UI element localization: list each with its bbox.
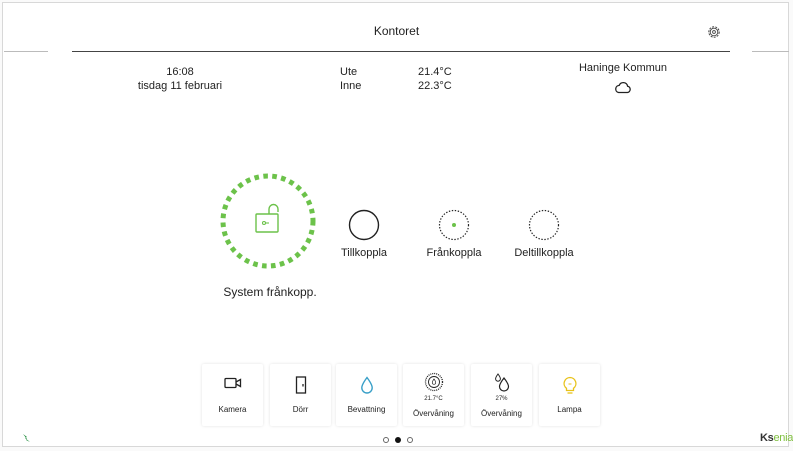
tile-irrigation-label: Bevattning bbox=[347, 405, 386, 414]
tile-irrigation[interactable]: Bevattning bbox=[336, 364, 397, 426]
cloud-icon bbox=[615, 82, 631, 94]
brand-logo: Ksenia bbox=[760, 432, 793, 444]
tile-lamp-label: Lampa bbox=[557, 405, 582, 414]
connection-status-icon bbox=[23, 434, 30, 442]
tile-camera[interactable]: Kamera bbox=[202, 364, 263, 426]
brand-logo-accent: enia bbox=[773, 432, 793, 444]
gear-icon[interactable] bbox=[707, 25, 721, 39]
tile-door-label: Dörr bbox=[292, 405, 309, 414]
system-status-label: System frånkopp. bbox=[223, 285, 317, 299]
mode-disarm-label: Frånkoppla bbox=[426, 247, 482, 259]
tile-humidity-value: 27% bbox=[495, 396, 508, 402]
partial-arm-circle-icon bbox=[528, 209, 560, 241]
mode-arm-label: Tillkoppla bbox=[340, 247, 388, 259]
page-dot-1[interactable] bbox=[383, 437, 389, 443]
disarm-circle-icon bbox=[438, 209, 470, 241]
outside-label: Ute bbox=[340, 66, 358, 78]
header-divider-right bbox=[752, 51, 789, 52]
mode-disarm-button[interactable]: Frånkoppla bbox=[409, 209, 499, 259]
clock-date: tisdag 11 februari bbox=[137, 80, 223, 92]
clock-time: 16:08 bbox=[166, 66, 194, 78]
tile-humidity[interactable]: 27% Övervåning bbox=[471, 364, 532, 426]
brand-logo-main: Ks bbox=[760, 432, 774, 444]
inside-label: Inne bbox=[340, 80, 362, 92]
mode-partial-arm-label: Deltillkoppla bbox=[514, 247, 574, 259]
unlocked-padlock-icon bbox=[255, 203, 279, 233]
tile-humidity-label: Övervåning bbox=[481, 409, 522, 418]
tile-camera-label: Kamera bbox=[218, 405, 247, 414]
arm-circle-icon bbox=[348, 209, 380, 241]
door-icon bbox=[295, 376, 306, 394]
mode-partial-arm-button[interactable]: Deltillkoppla bbox=[499, 209, 589, 259]
water-drop-icon bbox=[360, 376, 373, 394]
tile-lamp[interactable]: Lampa bbox=[539, 364, 600, 426]
page-title: Kontoret bbox=[373, 24, 420, 38]
outside-temp: 21.4°C bbox=[418, 66, 452, 78]
system-status-button[interactable] bbox=[219, 172, 317, 270]
tile-thermostat-label: Övervåning bbox=[413, 409, 454, 418]
thermostat-icon bbox=[424, 372, 443, 392]
weather-location: Haninge Kommun bbox=[578, 62, 668, 74]
header-divider bbox=[72, 51, 730, 52]
header-divider-left bbox=[4, 51, 48, 52]
temperature-labels: Ute Inne bbox=[340, 65, 361, 93]
bulb-icon bbox=[562, 376, 577, 394]
temperature-values: 21.4°C 22.3°C bbox=[418, 65, 452, 93]
page-indicator[interactable] bbox=[383, 437, 413, 445]
page-dot-2-active[interactable] bbox=[395, 437, 401, 443]
tile-door[interactable]: Dörr bbox=[270, 364, 331, 426]
tile-thermostat-value: 21.7°C bbox=[424, 396, 443, 402]
inside-temp: 22.3°C bbox=[418, 80, 452, 92]
camera-icon bbox=[223, 377, 241, 389]
mode-arm-button[interactable]: Tillkoppla bbox=[319, 209, 409, 259]
page-dot-3[interactable] bbox=[407, 437, 413, 443]
clock-widget: 16:08 tisdag 11 februari bbox=[120, 65, 240, 93]
humidity-icon bbox=[494, 373, 509, 392]
tile-thermostat[interactable]: 21.7°C Övervåning bbox=[403, 364, 464, 426]
